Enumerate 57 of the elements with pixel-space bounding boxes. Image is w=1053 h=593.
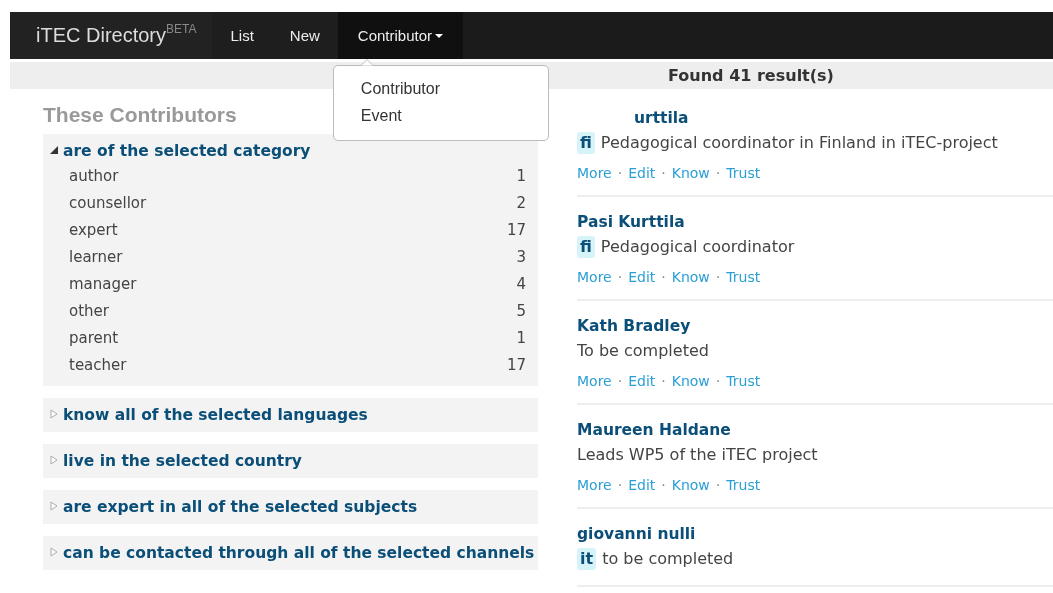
contributor-name[interactable]: giovanni nulli — [577, 525, 696, 543]
separator-dot: · — [661, 476, 666, 495]
option-count: 1 — [516, 166, 526, 187]
separator-dot: · — [715, 164, 721, 183]
facet-title[interactable]: live in the selected country — [63, 449, 302, 473]
language-badge: it — [577, 548, 597, 570]
separator-dot: · — [617, 476, 623, 495]
facet-option[interactable]: parent — [69, 325, 119, 352]
contributor-description: Leads WP5 of the iTEC project — [577, 444, 818, 466]
option-count: 17 — [506, 220, 526, 241]
contributor-name[interactable]: Kath Bradley — [577, 317, 691, 335]
facet-title[interactable]: are expert in all of the selected subjects — [63, 495, 418, 519]
sidebar-title: These Contributors — [43, 103, 237, 126]
separator-dot: · — [715, 476, 721, 495]
language-badge: fi — [577, 132, 595, 154]
menu-item[interactable]: Event — [333, 103, 548, 130]
separator-dot: · — [715, 372, 721, 391]
option-count: 17 — [506, 355, 526, 376]
facet-option[interactable]: teacher — [69, 352, 127, 379]
option-count: 2 — [516, 193, 526, 214]
separator-dot: · — [661, 164, 666, 183]
facet-option[interactable]: counsellor — [69, 190, 147, 217]
separator-dot: · — [661, 268, 666, 287]
option-count: 5 — [516, 301, 526, 322]
contributor-description: to be completed — [602, 548, 734, 570]
collapsed-triangle-icon[interactable] — [49, 409, 59, 419]
brand-logo[interactable]: iTEC Directory$^{BETA}$ — [10, 12, 213, 59]
nav-item[interactable]: Contributor — [337, 12, 464, 59]
collapsed-triangle-icon[interactable] — [49, 501, 59, 511]
menu-item[interactable]: Contributor — [333, 76, 548, 103]
contributor-description: Pedagogical coordinator in Finland in iTEC-project — [600, 132, 998, 154]
expanded-triangle-icon[interactable] — [49, 145, 59, 155]
facet-option[interactable]: author — [69, 163, 119, 190]
facet-option[interactable]: other — [69, 298, 109, 325]
collapsed-triangle-icon[interactable] — [49, 547, 59, 557]
facet-option[interactable]: expert — [69, 217, 118, 244]
separator-dot: · — [715, 268, 721, 287]
results-summary: Found 41 result(s) — [668, 66, 834, 85]
collapsed-triangle-icon[interactable] — [49, 455, 59, 465]
facet-option[interactable]: manager — [69, 271, 137, 298]
contributor-description: To be completed — [577, 340, 709, 362]
option-count: 4 — [516, 274, 526, 295]
separator-dot: · — [661, 372, 666, 391]
separator-dot: · — [617, 268, 623, 287]
contributor-name[interactable]: urttila — [634, 109, 689, 127]
facet-title[interactable]: can be contacted through all of the selected channels — [63, 541, 535, 565]
facet-title[interactable]: know all of the selected languages — [63, 403, 368, 427]
contributor-name[interactable]: Pasi Kurttila — [577, 213, 685, 231]
separator-dot: · — [617, 372, 623, 391]
option-count: 1 — [516, 328, 526, 349]
separator-dot: · — [617, 164, 623, 183]
language-badge: fi — [577, 236, 595, 258]
contributor-name[interactable]: Maureen Haldane — [577, 421, 731, 439]
option-count: 3 — [516, 247, 526, 268]
facet-option[interactable]: learner — [69, 244, 123, 271]
facet-title[interactable]: are of the selected category — [63, 139, 311, 163]
contributor-description: Pedagogical coordinator — [600, 236, 795, 258]
